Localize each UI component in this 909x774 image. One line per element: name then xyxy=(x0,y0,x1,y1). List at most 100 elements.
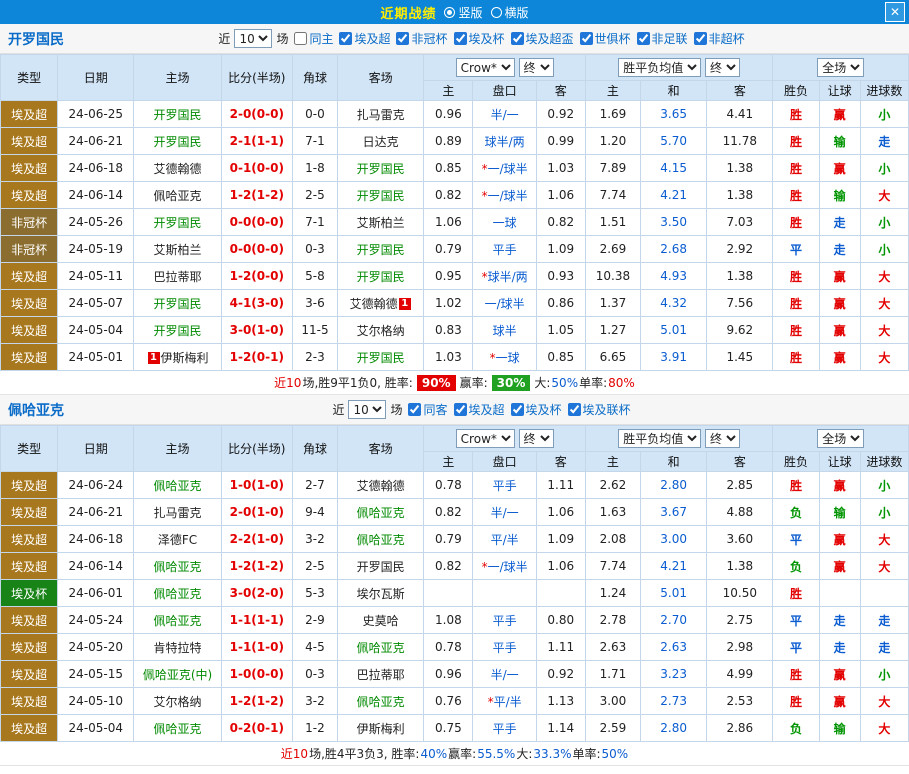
result-winlose: 胜 xyxy=(772,127,820,155)
filter-checkbox[interactable]: 埃及超 xyxy=(339,30,390,47)
match-score: 0-0(0-0) xyxy=(220,208,293,236)
layout-vertical-radio[interactable]: 竖版 xyxy=(444,4,483,21)
checkbox-input[interactable] xyxy=(579,32,593,45)
filter-checkbox[interactable]: 埃及联杯 xyxy=(567,401,631,418)
match-date: 24-05-26 xyxy=(57,208,135,236)
match-row: 埃及超 24-06-18 泽德FC 2-2(1-0) 3-2 佩哈亚克 0.79 平/半 1.0… xyxy=(0,525,909,553)
odds-company-select[interactable]: Crow* xyxy=(455,429,515,448)
sub-header-avg-draw: 和 xyxy=(640,451,708,472)
handicap-cell: 一/球半 xyxy=(472,289,537,317)
avg-draw: 5.01 xyxy=(640,579,708,607)
filter-checkbox[interactable]: 同客 xyxy=(408,401,448,418)
fulltime-select[interactable]: 全场 xyxy=(817,429,865,448)
checkbox-input[interactable] xyxy=(636,32,650,45)
corner-score: 0-3 xyxy=(291,235,339,263)
checkbox-input[interactable] xyxy=(453,403,467,416)
filter-checkbox[interactable]: 埃及杯 xyxy=(510,401,562,418)
filter-checkbox[interactable]: 埃及超 xyxy=(453,401,505,418)
avg-odds-select[interactable]: 胜平负均值 xyxy=(618,58,702,77)
avg-draw: 2.68 xyxy=(640,235,708,263)
result-handicap: 输 xyxy=(818,127,861,155)
home-team-cell: 佩哈亚克 xyxy=(133,606,222,634)
final-odds-select[interactable]: 终 xyxy=(518,58,554,77)
sub-header-avg-home: 主 xyxy=(584,451,642,472)
sub-header-avg-away: 客 xyxy=(706,451,774,472)
summary-segment: 近10 xyxy=(274,376,302,390)
filter-checkbox[interactable]: 非足联 xyxy=(636,30,688,47)
result-goals: 小 xyxy=(859,660,909,688)
result-goals: 小 xyxy=(859,235,909,263)
checkbox-input[interactable] xyxy=(396,32,410,45)
summary-segment: 赢率: xyxy=(448,747,477,761)
match-date: 24-06-18 xyxy=(57,525,135,553)
handicap-cell: 半/一 xyxy=(472,660,537,688)
result-winlose: 负 xyxy=(772,498,820,526)
close-icon[interactable]: ✕ xyxy=(885,2,905,22)
home-team-name: 开罗国民 xyxy=(153,107,202,122)
checkbox-input[interactable] xyxy=(408,403,422,416)
avg-home: 1.51 xyxy=(584,208,642,236)
away-team-name: 扎马雷克 xyxy=(356,107,405,122)
result-goals: 走 xyxy=(859,633,909,661)
filter-checkbox[interactable]: 埃及杯 xyxy=(453,30,505,47)
radio-selected-icon xyxy=(444,6,456,18)
section-header: 开罗国民 近 10 场 同主 埃及超 非冠杯 埃及杯 埃及超盃 世俱杯 非足联 非超杯 xyxy=(0,24,909,54)
final-avg-select[interactable]: 终 xyxy=(705,429,741,448)
odds-company-select[interactable]: Crow* xyxy=(455,58,515,77)
odds-away: 0.92 xyxy=(535,100,586,128)
checkbox-input[interactable] xyxy=(567,403,581,416)
filter-checkbox[interactable]: 同主 xyxy=(294,30,333,47)
home-team-cell: 泽德FC xyxy=(133,525,222,553)
odds-away: 1.13 xyxy=(535,687,586,715)
final-odds-select[interactable]: 终 xyxy=(518,429,554,448)
col-header-corner: 角球 xyxy=(291,54,339,101)
avg-odds-select[interactable]: 胜平负均值 xyxy=(618,429,702,448)
matches-tbody: 埃及超 24-06-24 佩哈亚克 1-0(1-0) 2-7 艾德翰德 0.78 平手 1.11… xyxy=(0,471,909,742)
odds-home: 0.82 xyxy=(423,552,474,580)
league-type-cell: 埃及超 xyxy=(0,633,59,661)
checkbox-input[interactable] xyxy=(453,32,467,45)
fulltime-select-cell: 全场 xyxy=(772,54,909,81)
filter-checkbox[interactable]: 非冠杯 xyxy=(396,30,448,47)
fulltime-select[interactable]: 全场 xyxy=(817,58,865,77)
final-avg-select[interactable]: 终 xyxy=(705,58,741,77)
home-team-name: 扎马雷克 xyxy=(153,505,202,520)
sub-header-odds-away: 客 xyxy=(535,451,586,472)
sub-header-winlose: 胜负 xyxy=(772,451,820,472)
match-date: 24-05-07 xyxy=(57,289,135,317)
recent-count-select[interactable]: 10 xyxy=(348,400,387,419)
odds-home: 0.79 xyxy=(423,525,474,553)
match-row: 埃及超 24-05-04 佩哈亚克 0-2(0-1) 1-2 伊斯梅利 0.75 平手 1.14… xyxy=(0,714,909,742)
near-label: 近 xyxy=(218,32,231,46)
recent-count-select[interactable]: 10 xyxy=(234,29,273,48)
checkbox-input[interactable] xyxy=(510,403,524,416)
avg-away: 10.50 xyxy=(706,579,774,607)
filter-checkbox[interactable]: 埃及超盃 xyxy=(510,30,574,47)
avg-draw: 2.63 xyxy=(640,633,708,661)
odds-home: 1.03 xyxy=(423,343,474,371)
away-team-cell: 开罗国民 xyxy=(337,235,425,263)
checkbox-input[interactable] xyxy=(510,32,524,45)
summary-segment: 场,胜9平1负0, 胜率: xyxy=(302,376,413,390)
home-team-name: 巴拉蒂耶 xyxy=(153,269,202,284)
filter-checkbox[interactable]: 世俱杯 xyxy=(579,30,631,47)
result-goals: 小 xyxy=(859,498,909,526)
result-goals: 大 xyxy=(859,262,909,290)
layout-horizontal-radio[interactable]: 横版 xyxy=(490,4,529,21)
sub-header-odds-home: 主 xyxy=(423,80,474,101)
avg-draw: 4.32 xyxy=(640,289,708,317)
avg-away: 1.38 xyxy=(706,262,774,290)
odds-home: 0.79 xyxy=(423,235,474,263)
odds-home: 0.78 xyxy=(423,633,474,661)
avg-away: 4.99 xyxy=(706,660,774,688)
sub-header-odds-away: 客 xyxy=(535,80,586,101)
checkbox-input[interactable] xyxy=(294,32,308,45)
checkbox-input[interactable] xyxy=(339,32,353,45)
avg-home: 6.65 xyxy=(584,343,642,371)
checkbox-input[interactable] xyxy=(693,32,707,45)
league-filter-checkboxes: 同主 埃及超 非冠杯 埃及杯 埃及超盃 世俱杯 非足联 非超杯 xyxy=(292,30,746,47)
filter-checkbox[interactable]: 非超杯 xyxy=(693,30,745,47)
match-date: 24-05-15 xyxy=(57,660,135,688)
sub-header-goals: 进球数 xyxy=(859,80,909,101)
match-row: 埃及超 24-06-18 艾德翰德 0-1(0-0) 1-8 开罗国民 0.85 *一/球半 1… xyxy=(0,154,909,182)
